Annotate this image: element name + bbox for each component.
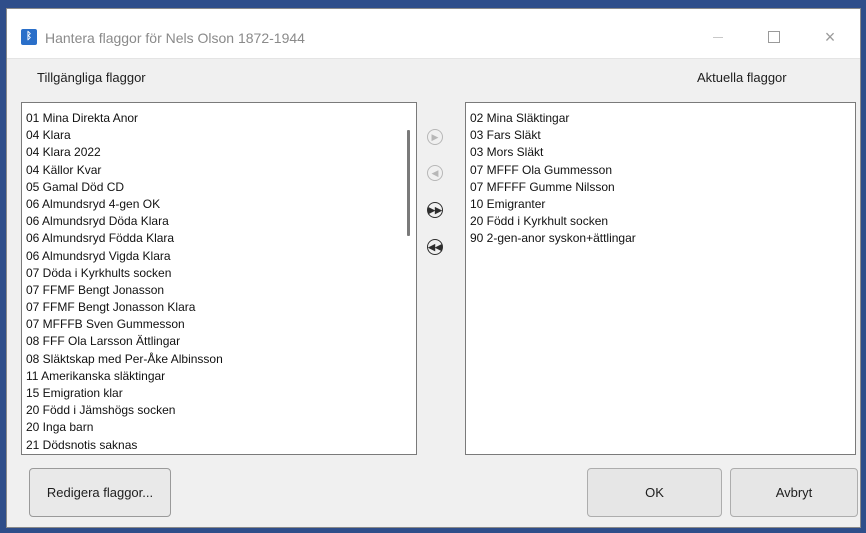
- cancel-button[interactable]: Avbryt: [730, 468, 858, 517]
- maximize-icon[interactable]: [751, 23, 797, 51]
- list-item[interactable]: 07 FFMF Bengt Jonasson Klara: [22, 299, 416, 316]
- list-item[interactable]: 20 Inga barn: [22, 419, 416, 436]
- list-item[interactable]: 08 Släktskap med Per-Åke Albinsson: [22, 351, 416, 368]
- list-item[interactable]: 03 Mors Släkt: [466, 144, 855, 161]
- list-item[interactable]: 02 Mina Släktingar: [466, 110, 855, 127]
- available-flags-list[interactable]: 01 Mina Direkta Anor 04 Klara 04 Klara 202…: [21, 102, 417, 455]
- close-icon[interactable]: ×: [807, 23, 853, 51]
- list-item[interactable]: 20 Född i Kyrkhult socken: [466, 213, 855, 230]
- move-all-left-icon[interactable]: ◀◀: [427, 239, 443, 255]
- list-item[interactable]: 21 Kvinna som har partner: [22, 454, 416, 455]
- list-item[interactable]: 05 Gamal Död CD: [22, 179, 416, 196]
- list-item[interactable]: 21 Dödsnotis saknas: [22, 437, 416, 454]
- scrollbar-thumb[interactable]: [407, 130, 410, 236]
- list-item[interactable]: 11 Amerikanska släktingar: [22, 368, 416, 385]
- list-item[interactable]: 06 Almundsryd 4-gen OK: [22, 196, 416, 213]
- list-item[interactable]: 10 Emigranter: [466, 196, 855, 213]
- dialog-window: ᛒ Hantera flaggor för Nels Olson 1872-19…: [6, 8, 861, 528]
- list-item[interactable]: 04 Källor Kvar: [22, 162, 416, 179]
- list-item[interactable]: 07 MFFF Ola Gummesson: [466, 162, 855, 179]
- edit-flags-button[interactable]: Redigera flaggor...: [29, 468, 171, 517]
- minimize-icon[interactable]: [695, 23, 741, 51]
- move-right-icon[interactable]: ▶: [427, 129, 443, 145]
- title-bar[interactable]: ᛒ Hantera flaggor för Nels Olson 1872-19…: [7, 9, 860, 59]
- list-item[interactable]: 08 FFF Ola Larsson Ättlingar: [22, 333, 416, 350]
- list-item[interactable]: 15 Emigration klar: [22, 385, 416, 402]
- list-item[interactable]: 07 FFMF Bengt Jonasson: [22, 282, 416, 299]
- move-all-right-icon[interactable]: ▶▶: [427, 202, 443, 218]
- list-item[interactable]: 01 Mina Direkta Anor: [22, 110, 416, 127]
- list-item[interactable]: 04 Klara 2022: [22, 144, 416, 161]
- window-title: Hantera flaggor för Nels Olson 1872-1944: [45, 30, 305, 46]
- list-item[interactable]: 03 Fars Släkt: [466, 127, 855, 144]
- list-item[interactable]: 07 Döda i Kyrkhults socken: [22, 265, 416, 282]
- move-left-icon[interactable]: ◀: [427, 165, 443, 181]
- list-item[interactable]: 04 Klara: [22, 127, 416, 144]
- list-item[interactable]: 06 Almundsryd Döda Klara: [22, 213, 416, 230]
- list-item[interactable]: 07 MFFFF Gumme Nilsson: [466, 179, 855, 196]
- app-icon: ᛒ: [21, 29, 37, 45]
- list-item[interactable]: 07 MFFFB Sven Gummesson: [22, 316, 416, 333]
- ok-button[interactable]: OK: [587, 468, 722, 517]
- list-item[interactable]: 20 Född i Jämshögs socken: [22, 402, 416, 419]
- list-item[interactable]: 06 Almundsryd Födda Klara: [22, 230, 416, 247]
- current-flags-list[interactable]: 02 Mina Släktingar 03 Fars Släkt 03 Mors S…: [465, 102, 856, 455]
- list-item[interactable]: 90 2-gen-anor syskon+ättlingar: [466, 230, 855, 247]
- list-item[interactable]: 06 Almundsryd Vigda Klara: [22, 248, 416, 265]
- available-flags-label: Tillgängliga flaggor: [37, 70, 146, 85]
- current-flags-label: Aktuella flaggor: [697, 70, 787, 85]
